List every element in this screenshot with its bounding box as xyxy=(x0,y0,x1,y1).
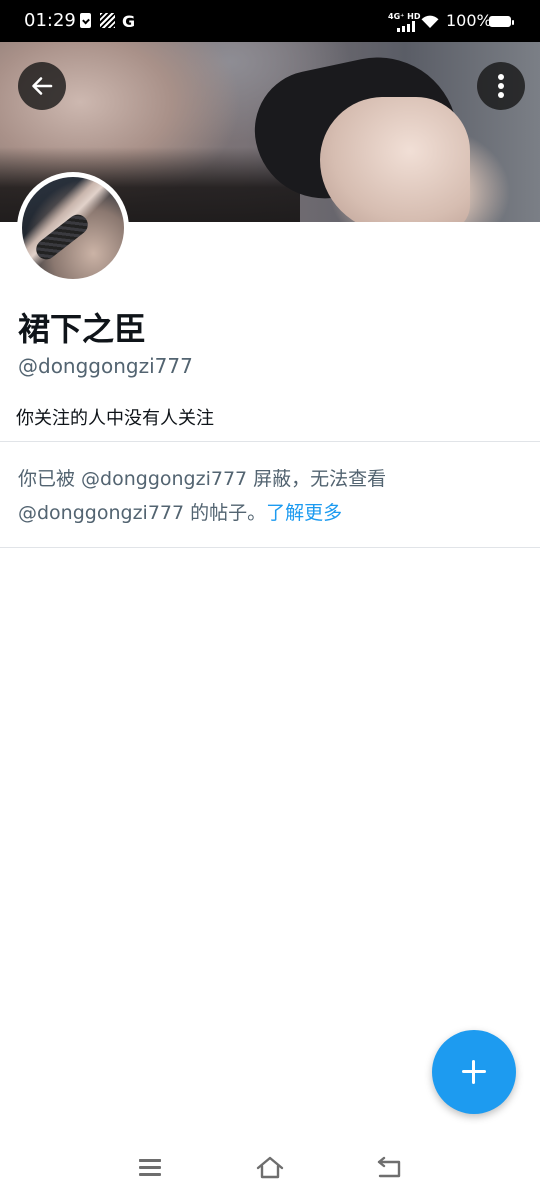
clipboard-check-icon xyxy=(80,13,91,28)
network-type-label: 4G⁺ HD xyxy=(388,12,421,21)
blocked-notice: 你已被 @donggongzi777 屏蔽，无法查看 @donggongzi77… xyxy=(18,462,518,530)
back-button[interactable] xyxy=(18,62,66,110)
google-g-icon: G xyxy=(122,12,136,31)
learn-more-link[interactable]: 了解更多 xyxy=(266,502,342,524)
followers-you-know[interactable]: 你关注的人中没有人关注 xyxy=(16,404,214,430)
status-bar: 01:29 G 4G⁺ HD 100% xyxy=(0,0,540,42)
signal-bars-icon xyxy=(397,21,415,32)
hamburger-icon xyxy=(139,1159,161,1176)
banner-skin-area xyxy=(320,97,470,222)
user-handle: @donggongzi777 xyxy=(18,354,193,378)
nav-home-button[interactable] xyxy=(256,1156,284,1180)
stripes-icon xyxy=(100,13,115,28)
more-options-button[interactable] xyxy=(477,62,525,110)
divider xyxy=(0,547,540,548)
compose-fab-button[interactable] xyxy=(432,1030,516,1114)
battery-percent: 100% xyxy=(446,11,492,30)
battery-icon xyxy=(489,16,514,27)
arrow-left-icon xyxy=(32,77,53,95)
display-name: 裙下之臣 xyxy=(18,310,147,348)
nav-back-button[interactable] xyxy=(377,1156,403,1180)
profile-page: 01:29 G 4G⁺ HD 100% 裙下之臣 @donggongzi777 … xyxy=(0,0,540,1200)
status-time: 01:29 xyxy=(24,10,76,31)
avatar-image xyxy=(22,177,124,279)
nav-recents-button[interactable] xyxy=(139,1159,161,1177)
divider xyxy=(0,441,540,442)
wifi-icon xyxy=(421,15,439,28)
system-nav-bar xyxy=(0,1140,540,1200)
avatar[interactable] xyxy=(17,172,129,284)
